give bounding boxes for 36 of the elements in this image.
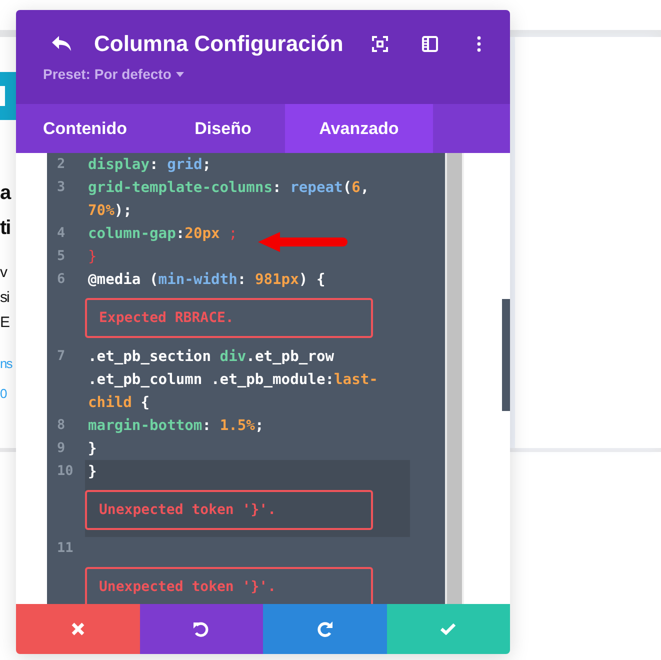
code-line: } — [87, 439, 97, 459]
tab[interactable]: Diseño — [161, 104, 285, 153]
code-line: .et_pb_column .et_pb_module:last- — [87, 370, 378, 390]
code-line: margin-bottom: 1.5%; — [87, 416, 264, 436]
code-line: } — [87, 247, 97, 267]
code-line: display: grid; — [87, 155, 212, 175]
modal-title: Columna Configuración — [94, 31, 344, 57]
line-number: 2 — [56, 155, 66, 174]
line-number: 7 — [56, 347, 66, 366]
preset-dropdown[interactable]: Preset: Por defecto — [43, 66, 184, 82]
code-line: } — [87, 462, 97, 482]
code-line: @media (min-width: 981px) { — [87, 270, 326, 290]
line-number: 10 — [56, 462, 74, 481]
error-message: Unexpected token '}'. — [85, 490, 373, 530]
code-line: column-gap:20px ; — [87, 224, 238, 244]
line-number: 11 — [56, 539, 74, 558]
partial-text: a — [0, 181, 12, 206]
code-line: 70%); — [87, 201, 132, 221]
line-number: 3 — [56, 178, 66, 197]
line-number: 9 — [56, 439, 66, 458]
tab[interactable]: Avanzado — [285, 104, 433, 153]
partial-text: ti — [0, 216, 12, 241]
tab[interactable]: Contenido — [16, 104, 161, 153]
code-line: child { — [87, 393, 150, 413]
partial-text: 0 — [0, 385, 8, 403]
partial-text: ns — [0, 355, 14, 373]
partial-text: E — [0, 313, 10, 333]
code-line: .et_pb_section div.et_pb_row — [87, 347, 334, 367]
line-number: 8 — [56, 416, 66, 435]
line-number: 4 — [56, 224, 66, 243]
code-line: grid-template-columns: repeat(6, — [87, 178, 370, 198]
line-number: 5 — [56, 247, 66, 266]
partial-text: v — [0, 263, 8, 283]
error-message: Expected RBRACE. — [85, 298, 373, 338]
line-number: 6 — [56, 270, 66, 289]
partial-text: si — [0, 288, 10, 308]
